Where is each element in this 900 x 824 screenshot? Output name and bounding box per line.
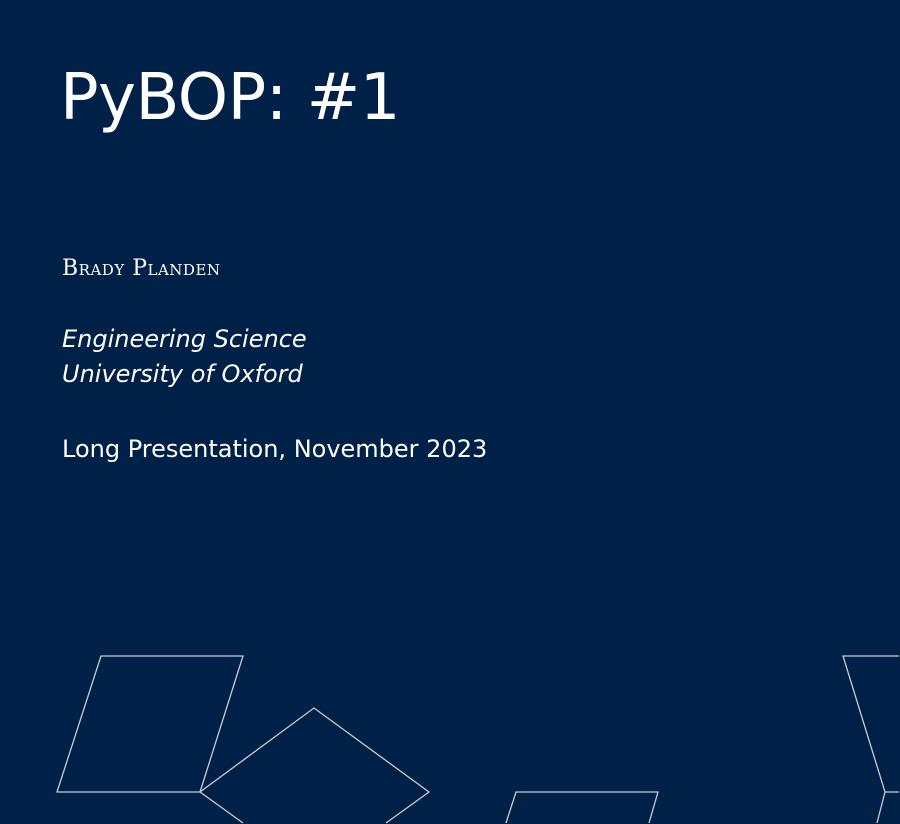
edge-line [876,791,886,824]
decorative-shapes [56,655,899,824]
parallelogram-shape [505,791,659,824]
parallelogram-shape [842,655,899,793]
diamond-shape [198,707,431,824]
parallelogram-shape [56,655,244,793]
